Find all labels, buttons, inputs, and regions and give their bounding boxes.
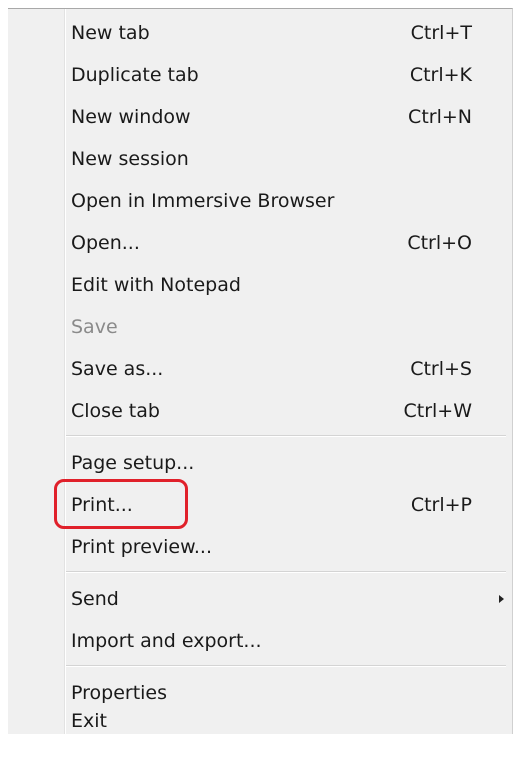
menu-separator [66,665,506,667]
menu-item-shortcut: Ctrl+N [408,106,472,128]
menu-item-shortcut: Ctrl+T [410,22,472,44]
menu-item-save-as[interactable]: Save as... Ctrl+S [8,349,512,389]
menu-item-label: Save as... [71,358,164,380]
menu-item-shortcut: Ctrl+K [409,64,472,86]
menu-item-shortcut: Ctrl+S [410,358,472,380]
menu-item-edit-with-notepad[interactable]: Edit with Notepad [8,265,512,305]
menu-item-new-window[interactable]: New window Ctrl+N [8,97,512,137]
file-menu: New tab Ctrl+T Duplicate tab Ctrl+K New … [8,8,513,734]
menu-item-label: Exit [71,710,107,732]
menu-item-shortcut: Ctrl+W [403,400,472,422]
menu-item-label: Import and export... [71,630,262,652]
menu-item-new-tab[interactable]: New tab Ctrl+T [8,13,512,53]
menu-item-page-setup[interactable]: Page setup... [8,443,512,483]
menu-item-print-preview[interactable]: Print preview... [8,527,512,567]
menu-item-shortcut: Ctrl+P [410,494,472,516]
menu-item-label: Open in Immersive Browser [71,190,335,212]
menu-item-exit[interactable]: Exit [8,707,512,735]
menu-item-label: New tab [71,22,150,44]
menu-item-duplicate-tab[interactable]: Duplicate tab Ctrl+K [8,55,512,95]
menu-item-label: Send [71,588,119,610]
menu-item-label: Open... [71,232,140,254]
menu-item-label: Edit with Notepad [71,274,241,296]
menu-separator [66,435,506,437]
chevron-right-icon [499,595,504,603]
menu-item-new-session[interactable]: New session [8,139,512,179]
menu-item-label: New session [71,148,189,170]
menu-item-shortcut: Ctrl+O [407,232,472,254]
menu-item-save: Save [8,307,512,347]
menu-item-open-immersive-browser[interactable]: Open in Immersive Browser [8,181,512,221]
print-highlight-box [54,479,188,529]
menu-item-label: Page setup... [71,452,195,474]
menu-item-label: New window [71,106,191,128]
menu-item-label: Close tab [71,400,160,422]
menu-separator [66,571,506,573]
menu-item-import-export[interactable]: Import and export... [8,621,512,661]
menu-item-close-tab[interactable]: Close tab Ctrl+W [8,391,512,431]
menu-item-label: Save [71,316,118,338]
menu-item-label: Print preview... [71,536,213,558]
menu-item-label: Duplicate tab [71,64,199,86]
menu-item-open[interactable]: Open... Ctrl+O [8,223,512,263]
menu-item-send[interactable]: Send [8,579,512,619]
